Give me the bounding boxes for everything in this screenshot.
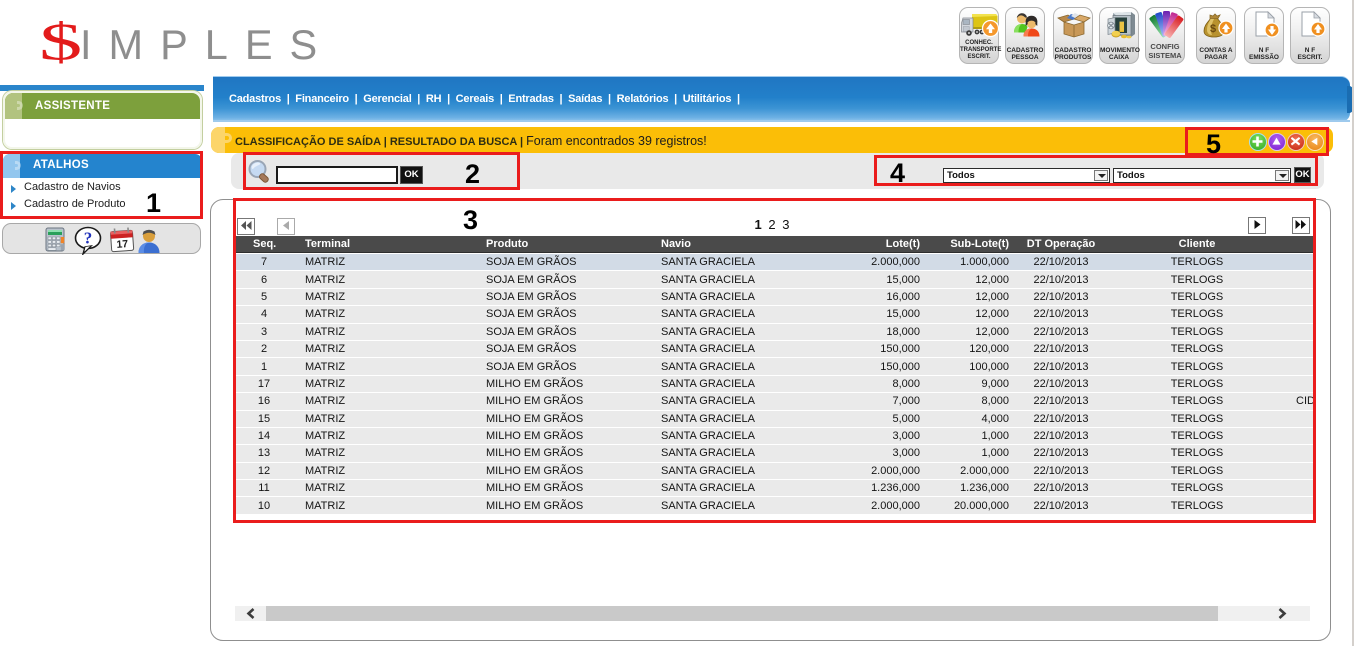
svg-text:17: 17 (116, 238, 129, 251)
svg-text:?: ? (84, 229, 93, 248)
svg-text:$: $ (1210, 23, 1216, 35)
